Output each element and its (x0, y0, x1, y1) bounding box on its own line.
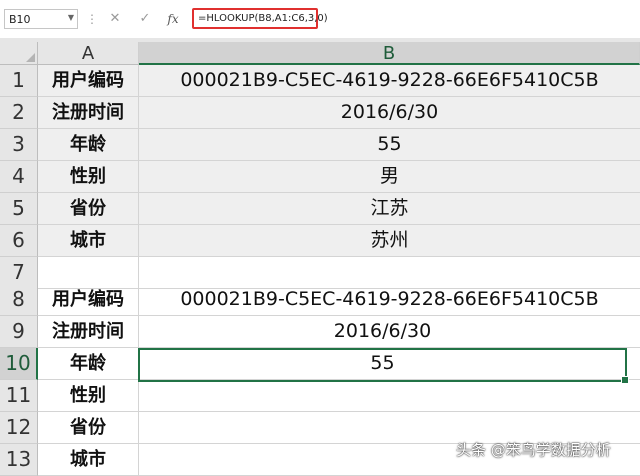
cell-b8[interactable]: 000021B9-C5EC-4619-9228-66E6F5410C5B (139, 284, 640, 316)
table-row: 4 性别 男 (0, 161, 640, 193)
row-header[interactable]: 10 (0, 348, 38, 380)
grip-icon: ⋮ (86, 12, 98, 26)
row-header[interactable]: 13 (0, 444, 38, 476)
cell-a5[interactable]: 省份 (38, 193, 139, 225)
table-row: 5 省份 江苏 (0, 193, 640, 225)
row-header[interactable]: 12 (0, 412, 38, 444)
formula-bar: B10 ▼ ⋮ ✕ ✓ fx =HLOOKUP(B8,A1:C6,3,0) (0, 0, 640, 39)
cell-a6[interactable]: 城市 (38, 225, 139, 257)
cell-a11[interactable]: 性别 (38, 380, 139, 412)
column-header-b[interactable]: B (139, 42, 640, 65)
row-header[interactable]: 2 (0, 97, 38, 129)
cell-b9[interactable]: 2016/6/30 (139, 316, 640, 348)
cell-b2[interactable]: 2016/6/30 (139, 97, 640, 129)
row-header[interactable]: 8 (0, 284, 38, 316)
cell-b11[interactable] (139, 380, 640, 412)
row-header[interactable]: 6 (0, 225, 38, 257)
select-all-icon (26, 53, 35, 62)
cell-a9[interactable]: 注册时间 (38, 316, 139, 348)
table-row: 1 用户编码 000021B9-C5EC-4619-9228-66E6F5410… (0, 65, 640, 97)
watermark: 头条 @笨鸟学数据分析 (456, 441, 611, 459)
cell-b5[interactable]: 江苏 (139, 193, 640, 225)
table-row: 8 用户编码 000021B9-C5EC-4619-9228-66E6F5410… (0, 284, 640, 316)
column-header-a[interactable]: A (38, 42, 139, 65)
row-header[interactable]: 1 (0, 65, 38, 97)
cell-b4[interactable]: 男 (139, 161, 640, 193)
cell-a12[interactable]: 省份 (38, 412, 139, 444)
name-box[interactable]: B10 ▼ (4, 9, 78, 29)
cell-b6[interactable]: 苏州 (139, 225, 640, 257)
cell-a3[interactable]: 年龄 (38, 129, 139, 161)
name-box-value: B10 (9, 13, 31, 26)
cell-a4[interactable]: 性别 (38, 161, 139, 193)
chevron-down-icon[interactable]: ▼ (68, 13, 74, 22)
close-icon[interactable]: ✕ (106, 10, 124, 28)
fx-icon[interactable]: fx (164, 10, 182, 28)
row-header[interactable]: 4 (0, 161, 38, 193)
select-all-button[interactable] (0, 42, 38, 65)
cell-b10[interactable]: 55 (139, 348, 640, 380)
cell-b3[interactable]: 55 (139, 129, 640, 161)
formula-input[interactable]: =HLOOKUP(B8,A1:C6,3,0) (192, 8, 328, 29)
cell-a13[interactable]: 城市 (38, 444, 139, 476)
table-row: 9 注册时间 2016/6/30 (0, 316, 640, 348)
row-header[interactable]: 3 (0, 129, 38, 161)
row-header[interactable]: 9 (0, 316, 38, 348)
table-row: 6 城市 苏州 (0, 225, 640, 257)
row-header[interactable]: 11 (0, 380, 38, 412)
check-icon[interactable]: ✓ (136, 10, 154, 28)
row-header[interactable]: 5 (0, 193, 38, 225)
cell-a10[interactable]: 年龄 (38, 348, 139, 380)
cell-a2[interactable]: 注册时间 (38, 97, 139, 129)
table-row: 11 性别 (0, 380, 640, 412)
table-row: 2 注册时间 2016/6/30 (0, 97, 640, 129)
cell-b1[interactable]: 000021B9-C5EC-4619-9228-66E6F5410C5B (139, 65, 640, 97)
cell-a1[interactable]: 用户编码 (38, 65, 139, 97)
table-row: 10 年龄 55 (0, 348, 640, 380)
table-row: 3 年龄 55 (0, 129, 640, 161)
cell-a8[interactable]: 用户编码 (38, 284, 139, 316)
